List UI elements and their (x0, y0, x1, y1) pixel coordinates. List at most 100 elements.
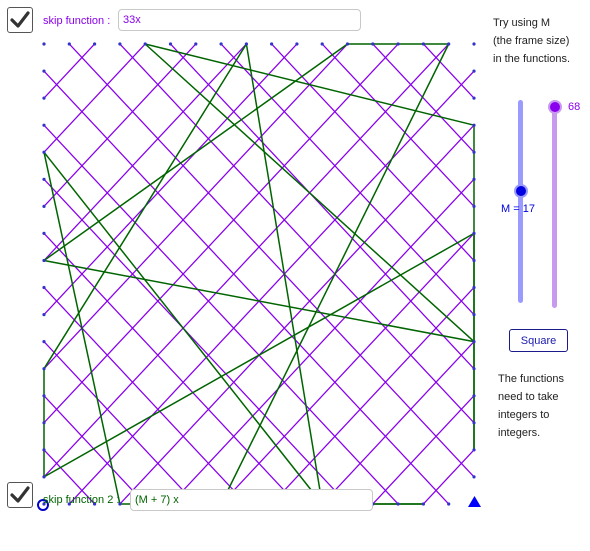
purple-string-line (43, 341, 197, 505)
skip-function-2-value: (M + 7) x (135, 494, 179, 506)
info-line: Try using M (493, 17, 551, 29)
purple-string-line (43, 395, 146, 505)
frame-point (472, 475, 476, 479)
square-button-label: Square (520, 334, 557, 347)
frame-point (42, 42, 46, 46)
frame-point (244, 42, 248, 46)
frame-point (219, 42, 223, 46)
frame-point (42, 231, 46, 235)
frame-point (42, 285, 46, 290)
frame-point (42, 421, 46, 425)
frame-point (143, 42, 147, 46)
purple-string-line (43, 43, 247, 261)
skip-function-2-checkbox[interactable] (7, 482, 33, 508)
frame-point (42, 340, 46, 344)
purple-string-line (321, 43, 475, 207)
skip-function-2-label: skip function 2 : (43, 494, 120, 506)
frame-point (67, 42, 71, 46)
frame-point (472, 204, 476, 208)
note-line: need to take (498, 391, 559, 403)
green-string-line (43, 43, 348, 262)
frame-point (42, 258, 46, 263)
note-line: The functions (498, 373, 565, 385)
frame-point (472, 69, 476, 73)
frame-point (168, 42, 173, 46)
skip-function-input[interactable]: 33x (118, 9, 361, 31)
frame-point (396, 42, 400, 46)
purple-string-line (43, 43, 348, 370)
info-line: (the frame size) (493, 35, 570, 47)
purple-string-line (43, 43, 96, 99)
frame-point (472, 340, 476, 344)
note-line: integers. (498, 427, 541, 439)
green-string-line (43, 151, 323, 505)
frame-point (42, 96, 46, 100)
green-string-line (43, 152, 121, 505)
frame-point (42, 367, 46, 371)
frame-point (472, 150, 476, 154)
purple-string-line (43, 43, 399, 424)
slider-m-knob[interactable] (514, 184, 528, 198)
frame-point (472, 448, 476, 452)
frame-point (371, 42, 375, 46)
frame-point (472, 231, 476, 235)
frame-point (42, 123, 46, 127)
info-line: in the functions. (493, 53, 571, 65)
frame-point (472, 42, 476, 46)
skip-function-value: 33x (123, 14, 141, 26)
frame-point (472, 285, 476, 290)
purple-string-line (372, 43, 475, 153)
corner-triangle-marker[interactable] (468, 496, 481, 507)
purple-string-line (422, 449, 475, 505)
purple-string-line (372, 395, 475, 505)
slider-count-label: 68 (568, 101, 581, 113)
frame-point (472, 258, 476, 263)
frame-point (472, 96, 476, 100)
frame-point (42, 394, 46, 398)
frame-point (118, 42, 122, 46)
frame-point (472, 367, 476, 371)
purple-string-line (170, 178, 475, 505)
green-string-line (145, 43, 475, 126)
frame-point (42, 204, 46, 208)
frame-point (194, 42, 198, 46)
center-diamond (249, 265, 267, 283)
frame-point (42, 475, 46, 479)
square-button[interactable]: Square (509, 329, 568, 352)
frame-point (472, 123, 476, 127)
frame-point (447, 42, 451, 46)
slider-count-track[interactable] (552, 100, 557, 308)
frame-point (345, 42, 350, 46)
frame-point (42, 313, 46, 317)
frame-point (93, 42, 97, 46)
frame-point (320, 42, 324, 46)
skip-function-label: skip function : (43, 15, 111, 27)
frame-point (421, 42, 425, 46)
note-text: The functions need to take integers to i… (498, 370, 564, 442)
skip-function-checkbox[interactable] (7, 7, 33, 33)
frame-point (472, 313, 476, 317)
frame-point (472, 421, 476, 425)
checkmark-icon (10, 486, 30, 503)
info-text: Try using M (the frame size) in the func… (493, 14, 570, 68)
purple-string-line (271, 287, 475, 505)
frame-point (270, 42, 274, 46)
skip-function-2-input[interactable]: (M + 7) x (130, 489, 373, 511)
purple-string-line (43, 43, 450, 478)
green-string-line (144, 43, 475, 343)
slider-m-track[interactable] (518, 100, 523, 303)
frame-point (472, 394, 476, 398)
note-line: integers to (498, 409, 550, 421)
purple-string-line (422, 43, 475, 99)
frame-point (472, 177, 476, 181)
slider-count-knob[interactable] (548, 100, 562, 114)
checkmark-icon (10, 11, 30, 28)
green-string-line (43, 43, 248, 370)
string-art-canvas (37, 42, 481, 511)
frame-point (295, 42, 299, 46)
frame-point (42, 177, 46, 181)
frame-point (447, 502, 451, 506)
frame-point (42, 448, 46, 452)
frame-point (421, 502, 425, 506)
frame-point (42, 150, 46, 154)
